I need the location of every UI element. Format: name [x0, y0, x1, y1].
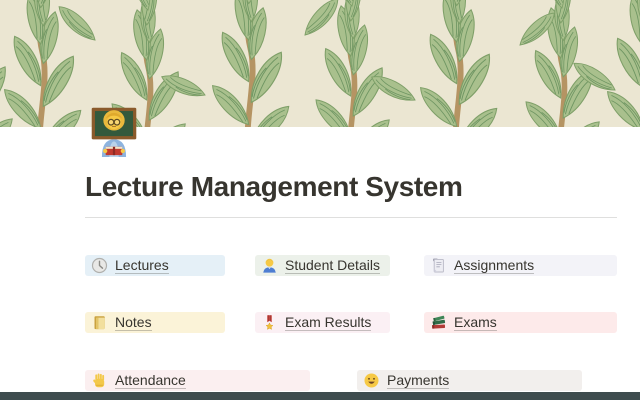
money-face-icon [363, 372, 380, 389]
card-label: Lectures [115, 257, 169, 274]
card-label: Attendance [115, 372, 186, 389]
clock-icon [91, 257, 108, 274]
notebook-icon [91, 314, 108, 331]
page-title: Lecture Management System [85, 170, 615, 204]
card-exam-results[interactable]: Exam Results [255, 312, 390, 333]
card-notes[interactable]: Notes [85, 312, 225, 333]
card-label: Exam Results [285, 314, 371, 331]
card-lectures[interactable]: Lectures [85, 255, 225, 276]
card-label: Exams [454, 314, 497, 331]
books-icon [430, 314, 447, 331]
medal-icon [261, 314, 278, 331]
card-student-details[interactable]: Student Details [255, 255, 390, 276]
document-icon [430, 257, 447, 274]
notion-page: Lecture Management System Lectures Stude… [0, 0, 640, 400]
card-label: Student Details [285, 257, 380, 274]
card-label: Payments [387, 372, 449, 389]
card-assignments[interactable]: Assignments [424, 255, 617, 276]
bottom-bar [0, 392, 640, 400]
student-icon [261, 257, 278, 274]
card-label: Notes [115, 314, 152, 331]
woman-teacher-icon[interactable] [88, 105, 140, 157]
card-attendance[interactable]: Attendance [85, 370, 310, 391]
card-exams[interactable]: Exams [424, 312, 617, 333]
divider [85, 217, 617, 218]
hand-icon [91, 372, 108, 389]
card-payments[interactable]: Payments [357, 370, 582, 391]
card-label: Assignments [454, 257, 534, 274]
